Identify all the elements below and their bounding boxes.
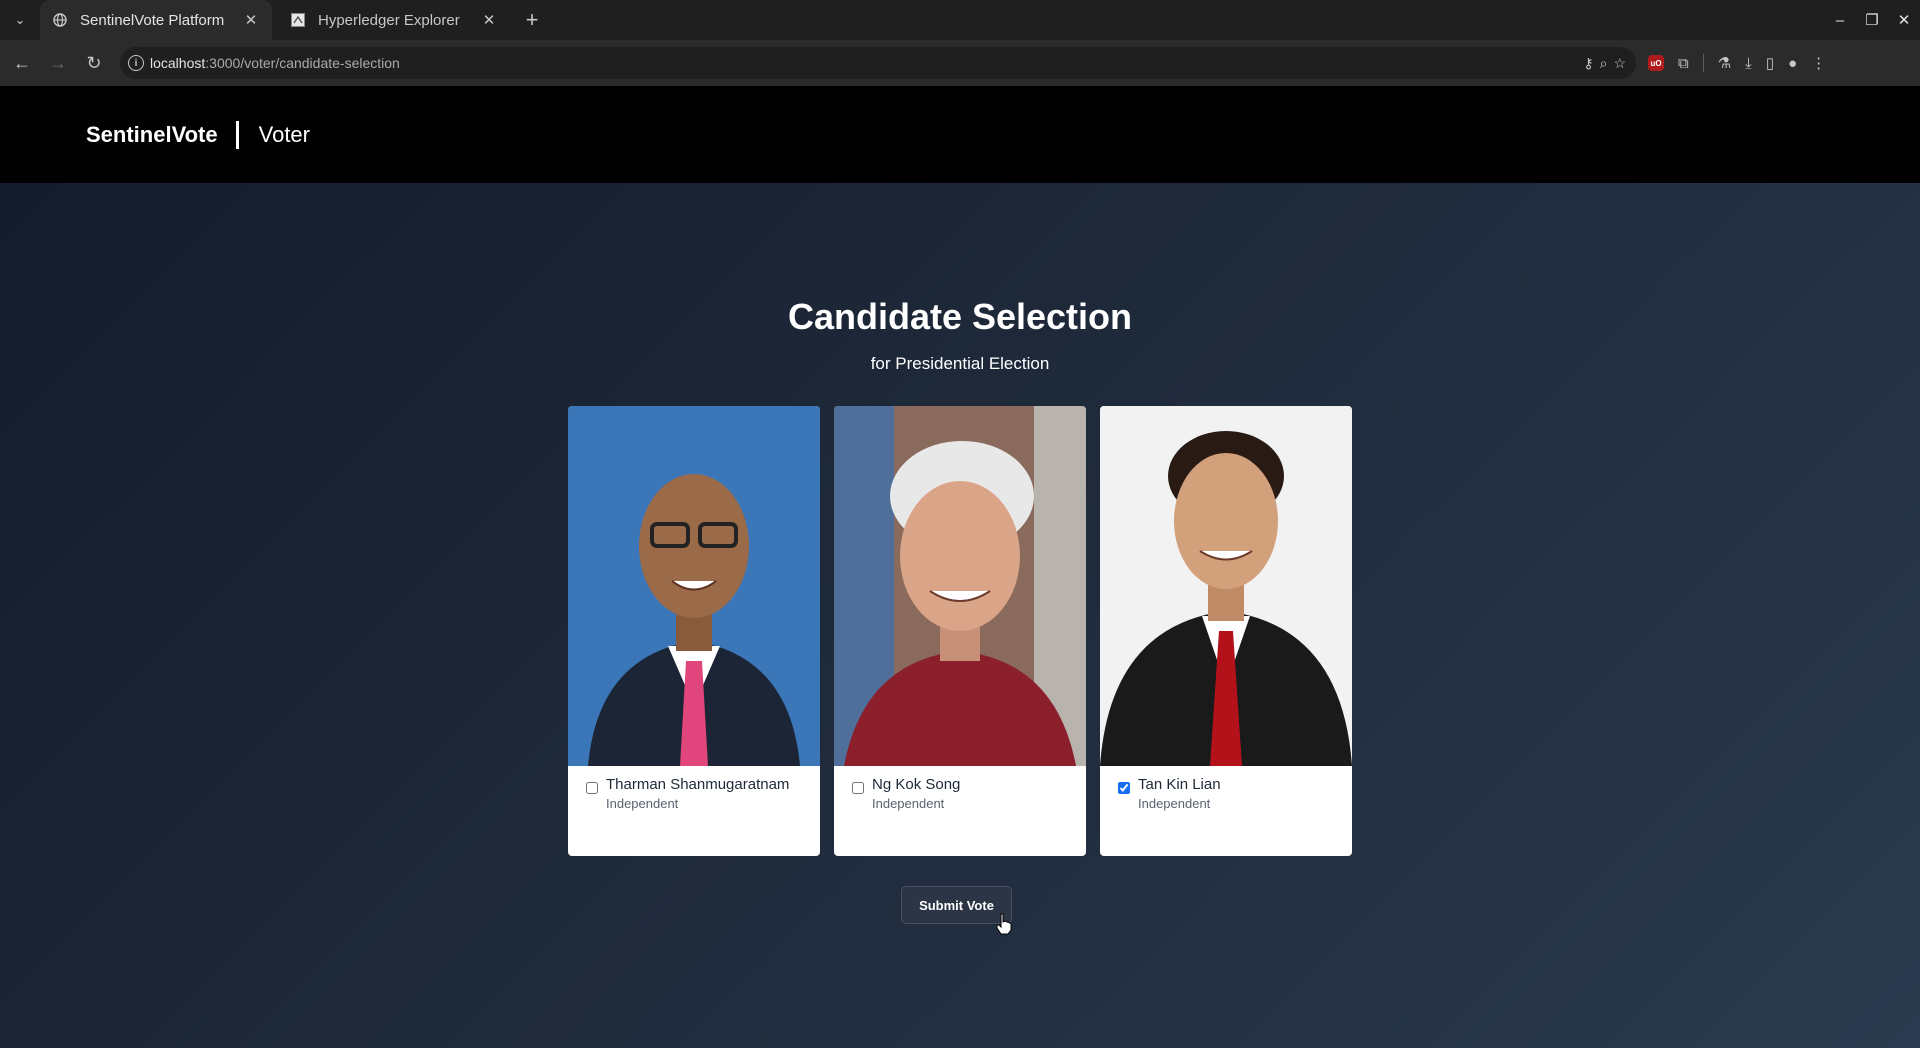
url-path: :3000/voter/candidate-selection [205,55,400,71]
candidate-party: Independent [872,796,945,811]
forward-arrow-icon[interactable]: → [46,51,70,75]
browser-toolbar: ← → ↻ i localhost:3000/voter/candidate-s… [0,40,1920,86]
header-divider [235,120,239,149]
address-bar[interactable]: i localhost:3000/voter/candidate-selecti… [120,47,1636,79]
site-info-icon[interactable]: i [128,55,144,71]
omnibox-actions: ⚷ ⌕ ☆ [1583,47,1626,79]
url-host: localhost [150,55,206,71]
candidate-name: Tharman Shanmugaratnam [606,776,790,793]
candidate-card[interactable]: Tan Kin Lian Independent [1100,406,1352,856]
app-header: SentinelVote Voter [0,86,1920,183]
candidate-name: Ng Kok Song [872,776,961,793]
side-panel-icon[interactable]: ▯ [1766,54,1774,72]
bookmark-star-icon[interactable]: ☆ [1613,55,1626,72]
close-tab-icon[interactable]: ✕ [480,11,498,29]
role-label: Voter [258,121,310,147]
profile-avatar-icon[interactable]: ● [1788,55,1797,72]
candidate-photo [1100,406,1352,766]
browser-tab-bar: ⌄ SentinelVote Platform ✕ Hyperledger Ex… [0,0,1920,40]
minimize-icon[interactable]: – [1824,12,1856,29]
back-arrow-icon[interactable]: ← [10,51,34,75]
brand-logo-text[interactable]: SentinelVote [86,122,218,148]
candidate-card[interactable]: Ng Kok Song Independent [834,406,1086,856]
restore-icon[interactable]: ❐ [1856,11,1888,29]
hyperledger-icon [290,12,306,28]
candidate-photo [568,406,820,766]
zoom-icon[interactable]: ⌕ [1600,55,1608,72]
candidate-card[interactable]: Tharman Shanmugaratnam Independent [568,406,820,856]
candidate-info: Tan Kin Lian Independent [1100,772,1352,811]
candidate-party: Independent [1138,796,1211,811]
candidate-party: Independent [606,796,679,811]
hand-pointer-cursor-icon [996,913,1012,935]
candidate-checkbox[interactable] [1118,782,1130,794]
reload-icon[interactable]: ↻ [82,51,106,75]
extensions-puzzle-icon[interactable]: ⧉ [1678,55,1689,72]
candidate-list: Tharman Shanmugaratnam Independent Ng Ko… [568,406,1352,856]
toolbar-divider [1702,54,1704,72]
tab-title: Hyperledger Explorer [318,11,460,29]
candidate-name: Tan Kin Lian [1138,776,1221,793]
new-tab-plus-icon[interactable]: + [520,7,544,32]
candidate-checkbox[interactable] [852,782,864,794]
candidate-checkbox[interactable] [586,782,598,794]
tab-sentinelvote[interactable]: SentinelVote Platform ✕ [40,0,272,40]
globe-icon [52,12,68,28]
candidate-photo [834,406,1086,766]
page-content: SentinelVote Voter Candidate Selection f… [0,86,1920,1048]
download-icon[interactable]: ⤓ [1745,55,1752,72]
tab-title: SentinelVote Platform [80,11,225,29]
tab-search-chevron-icon[interactable]: ⌄ [8,8,32,32]
key-icon[interactable]: ⚷ [1583,55,1593,72]
close-tab-icon[interactable]: ✕ [242,11,260,29]
ublock-origin-icon[interactable]: uO [1648,55,1664,71]
candidate-info: Tharman Shanmugaratnam Independent [568,772,820,811]
close-window-icon[interactable]: ✕ [1888,11,1920,29]
labs-flask-icon[interactable]: ⚗ [1718,54,1731,72]
extension-toolbar: uO ⧉ ⚗ ⤓ ▯ ● ⋮ [1648,51,1826,75]
tab-hyperledger-explorer[interactable]: Hyperledger Explorer ✕ [278,0,510,40]
window-controls: – ❐ ✕ [1824,0,1920,40]
candidate-info: Ng Kok Song Independent [834,772,1086,811]
url-text[interactable]: localhost:3000/voter/candidate-selection [150,55,400,71]
page-title: Candidate Selection [787,296,1133,337]
page-subtitle: for Presidential Election [870,354,1050,373]
menu-kebab-icon[interactable]: ⋮ [1811,54,1826,72]
